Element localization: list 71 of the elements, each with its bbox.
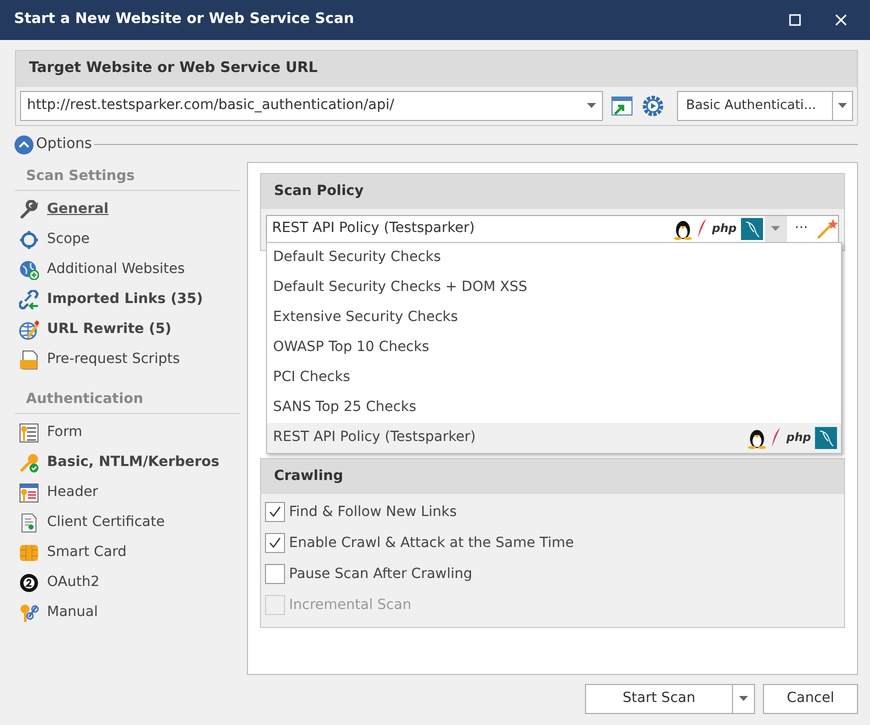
url-text: http://rest.testsparker.com/basic_authentication/api/ [27,96,396,116]
group-heading: Scan Settings [15,162,240,190]
magic-wand-icon [816,218,838,240]
window-title: Start a New Website or Web Service Scan [14,10,356,30]
maximize-icon [789,14,801,26]
url-field[interactable]: http://rest.testsparker.com/basic_authentication/api/ [20,90,603,121]
feather-icon [770,426,782,448]
section-heading: Target Website or Web Service URL [16,51,857,87]
dropdown-option[interactable]: REST API Policy (Testsparker) php [267,422,841,452]
sidebar-item[interactable]: Additional Websites [15,254,240,284]
authentication-dropdown[interactable]: Basic Authenticati... [677,90,853,121]
link-icon [19,290,39,310]
dropdown-option[interactable]: Default Security Checks + DOM XSS [267,272,841,302]
feather-icon [696,218,708,240]
target-icon [19,230,39,250]
dropdown-value: REST API Policy (Testsparker) [272,219,476,238]
sidebar-item[interactable]: Client Certificate [15,508,240,538]
sidebar-item[interactable]: OAuth2 [15,568,240,598]
sidebar-item[interactable]: Manual [15,598,240,628]
check-icon [268,537,282,549]
chip-card-icon [19,542,39,562]
start-scan-button[interactable]: Start Scan [585,684,733,714]
cancel-button[interactable]: Cancel [763,684,858,714]
caret-icon [771,226,780,231]
caret-icon [739,696,748,701]
policy-dropdown[interactable]: REST API Policy (Testsparker) php ··· [266,214,839,242]
sidebar-item[interactable]: Imported Links (35) [15,284,240,314]
dropdown-option[interactable]: PCI Checks [267,362,841,392]
php-logo: php [712,220,737,237]
sidebar-item[interactable]: Pre-request Scripts [15,344,240,374]
certificate-icon [19,512,39,532]
dropdown-option[interactable]: Extensive Security Checks [267,302,841,332]
browser-window-icon [611,94,633,117]
globe-pencil-icon [19,320,39,340]
sidebar-item[interactable]: URL Rewrite (5) [15,314,240,344]
checkbox-option: Incremental Scan [261,590,844,620]
checkbox-option[interactable]: Pause Scan After Crawling [261,558,844,590]
close-icon [835,14,847,26]
badge-icon [19,572,39,592]
dropdown-value: Basic Authenticati... [685,97,818,115]
caret-icon [838,103,847,108]
sidebar-item[interactable]: Scope [15,224,240,254]
checkbox-option[interactable]: Enable Crawl & Attack at the Same Time [261,528,844,558]
key-check-icon [19,452,39,472]
settings-icon [641,94,665,118]
sidebar-item[interactable]: Basic, NTLM/Kerberos [15,448,240,478]
script-file-icon [19,350,39,370]
dropdown-button[interactable] [733,684,755,714]
wrench-icon [19,200,39,220]
dolphin-icon [740,218,763,240]
key-header-icon [19,482,39,502]
caret-icon [587,103,596,108]
sidebar-item[interactable]: Header [15,478,240,508]
dropdown-option[interactable]: SANS Top 25 Checks [267,392,841,422]
options-toggle[interactable]: Options [14,134,92,156]
globe-add-icon [19,260,39,280]
key-link-icon [19,602,39,622]
group-heading: Authentication [15,384,240,414]
sidebar-item[interactable]: Smart Card [15,538,240,568]
section-heading: Scan Policy [261,174,844,208]
dolphin-icon [815,426,837,448]
sidebar-item[interactable]: General [15,194,240,224]
key-form-icon [19,422,39,442]
check-icon [268,506,282,518]
more-button[interactable]: ··· [786,218,816,239]
section-heading: Crawling [261,458,844,494]
dropdown-option[interactable]: OWASP Top 10 Checks [267,332,841,362]
dropdown-option[interactable]: Default Security Checks [267,242,841,272]
checkbox-option[interactable]: Find & Follow New Links [261,496,844,528]
php-logo: php [786,428,811,446]
sidebar-item[interactable]: Form [15,418,240,448]
